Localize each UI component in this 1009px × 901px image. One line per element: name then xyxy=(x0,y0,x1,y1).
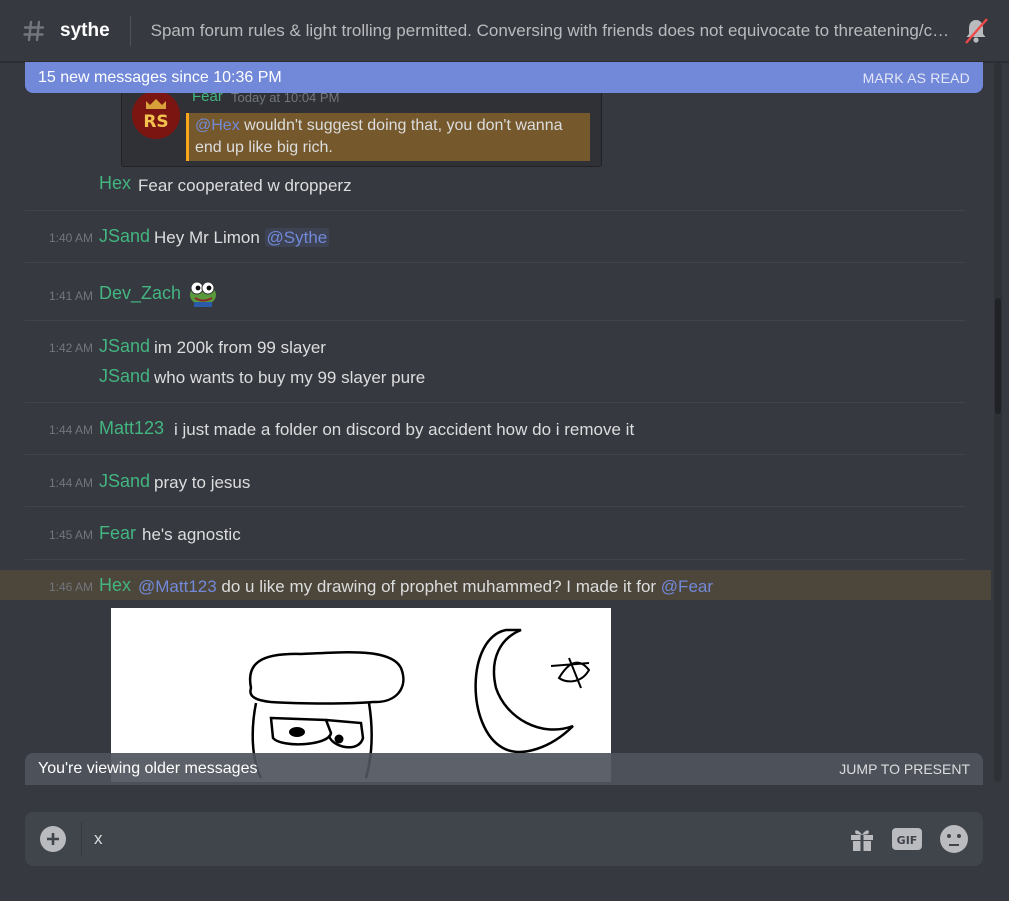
embed-author-avatar[interactable]: RS xyxy=(132,91,180,139)
message-list: RS Fear Today at 10:04 PM @Hex wouldn't … xyxy=(0,62,994,782)
message-username[interactable]: Matt123 xyxy=(99,418,164,439)
embed-quote-line2: end up like big rich. xyxy=(195,139,333,156)
emoji-picker-icon[interactable] xyxy=(939,824,969,854)
message-timestamp: 1:41 AM xyxy=(48,289,93,303)
embed-mention[interactable]: @Hex xyxy=(195,117,240,134)
message-username[interactable]: JSand xyxy=(99,471,150,492)
svg-text:RS: RS xyxy=(143,112,168,132)
message-divider xyxy=(25,262,965,263)
channel-header: sythe Spam forum rules & light trolling … xyxy=(0,0,1009,62)
gift-icon[interactable] xyxy=(849,826,875,852)
older-messages-bar[interactable]: You're viewing older messages JUMP TO PR… xyxy=(25,753,983,785)
gif-icon[interactable]: GIF xyxy=(892,828,922,850)
channel-topic[interactable]: Spam forum rules & light trolling permit… xyxy=(151,21,951,41)
message-username[interactable]: JSand xyxy=(99,336,150,357)
message-timestamp: 1:44 AM xyxy=(48,476,93,490)
header-divider xyxy=(129,15,131,46)
hash-icon xyxy=(23,20,45,41)
message-timestamp: 1:44 AM xyxy=(48,423,93,437)
message-text: he's agnostic xyxy=(142,525,241,544)
message-divider xyxy=(25,506,965,507)
message-divider xyxy=(25,210,965,211)
quoted-embed: RS Fear Today at 10:04 PM @Hex wouldn't … xyxy=(121,80,602,167)
message-divider xyxy=(25,320,965,321)
embed-quote-line1: wouldn't suggest doing that, you don't w… xyxy=(239,117,563,134)
message-timestamp: 1:40 AM xyxy=(48,231,93,245)
message-username[interactable]: Dev_Zach xyxy=(99,283,181,304)
jump-to-present-button[interactable]: JUMP TO PRESENT xyxy=(839,761,970,777)
message-username[interactable]: JSand xyxy=(99,366,150,387)
message-divider xyxy=(25,454,965,455)
add-attachment-icon[interactable] xyxy=(40,826,66,852)
message-divider xyxy=(25,402,965,403)
pepe-emoji-icon[interactable] xyxy=(188,279,218,307)
message-username[interactable]: Hex xyxy=(99,173,131,194)
new-messages-bar[interactable]: 15 new messages since 10:36 PM MARK AS R… xyxy=(25,62,983,93)
message-text-body: do u like my drawing of prophet muhammed… xyxy=(216,577,661,596)
user-mention[interactable]: @Matt123 xyxy=(138,577,217,596)
message-text: @Matt123 do u like my drawing of prophet… xyxy=(138,577,713,597)
message-timestamp: 1:46 AM xyxy=(48,580,93,594)
user-mention[interactable]: @Fear xyxy=(661,577,713,596)
message-text: Hey Mr Limon @Sythe xyxy=(154,228,330,248)
message-timestamp: 1:45 AM xyxy=(48,528,93,542)
older-messages-text: You're viewing older messages xyxy=(38,760,258,777)
message-text-body: Hey Mr Limon xyxy=(154,228,265,247)
discord-chat-window: sythe Spam forum rules & light trolling … xyxy=(0,0,1009,901)
message-text: pray to jesus xyxy=(154,473,251,492)
message-username[interactable]: Fear xyxy=(99,523,136,544)
new-messages-text: 15 new messages since 10:36 PM xyxy=(38,68,282,86)
embed-quote: @Hex wouldn't suggest doing that, you do… xyxy=(186,113,590,161)
svg-text:GIF: GIF xyxy=(897,834,918,847)
message-text: Fear cooperated w dropperz xyxy=(138,176,352,195)
message-username[interactable]: JSand xyxy=(99,226,150,247)
message-input-box: GIF xyxy=(25,812,983,866)
runescape-logo-icon: RS xyxy=(132,91,180,139)
channel-name: sythe xyxy=(60,19,110,41)
scrollbar-track[interactable] xyxy=(994,62,1002,782)
message-text: im 200k from 99 slayer xyxy=(154,338,326,357)
message-timestamp: 1:42 AM xyxy=(48,341,93,355)
message-text: i just made a folder on discord by accid… xyxy=(174,420,635,439)
scrollbar-thumb[interactable] xyxy=(995,298,1001,414)
mark-as-read-button[interactable]: MARK AS READ xyxy=(863,70,970,86)
user-mention[interactable]: @Sythe xyxy=(264,228,330,247)
message-text: who wants to buy my 99 slayer pure xyxy=(154,368,426,387)
message-divider xyxy=(25,559,965,560)
message-username[interactable]: Hex xyxy=(99,575,131,596)
bell-muted-icon[interactable] xyxy=(963,17,989,45)
message-input[interactable] xyxy=(94,829,834,849)
input-divider xyxy=(81,822,82,856)
